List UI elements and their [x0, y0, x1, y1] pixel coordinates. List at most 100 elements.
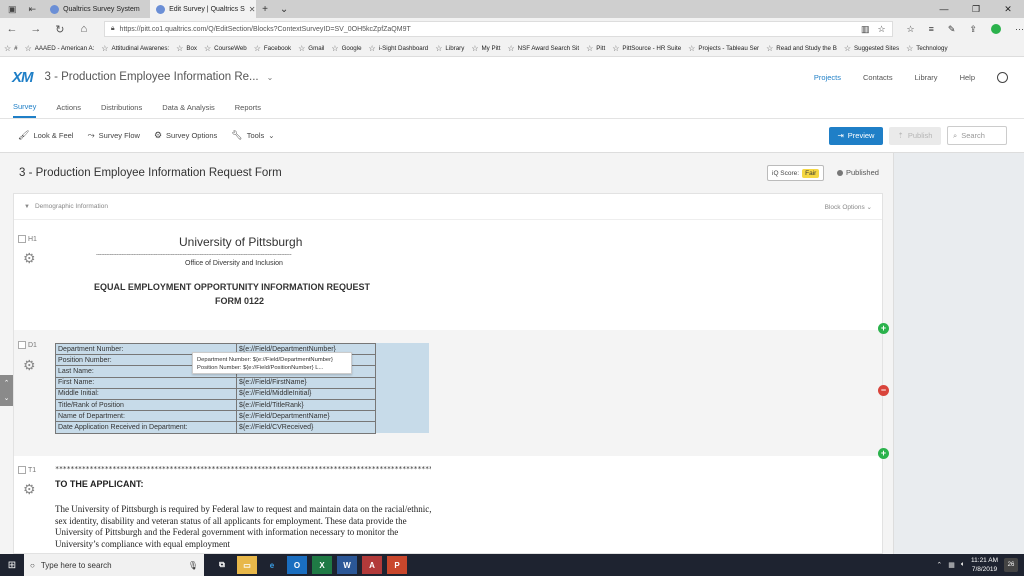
extension-icon[interactable] — [990, 24, 1001, 34]
chevron-down-icon[interactable]: ⌄ — [267, 73, 274, 82]
nav-contacts[interactable]: Contacts — [863, 73, 893, 82]
file-explorer-icon[interactable]: ▭ — [237, 556, 257, 574]
look-feel-button[interactable]: 🖌︎ Look & Feel — [18, 130, 73, 141]
question-label-h1[interactable]: H1 — [18, 235, 37, 243]
tab-reports[interactable]: Reports — [235, 97, 261, 118]
favorites-icon[interactable]: ☆ — [907, 24, 915, 35]
favorite-link[interactable]: ☆ PittSource - HR Suite — [612, 44, 681, 53]
search-input[interactable]: ⌕ Search — [947, 126, 1007, 145]
user-account-icon[interactable] — [997, 71, 1008, 83]
minimize-window-icon[interactable]: — — [928, 4, 960, 14]
favorite-link[interactable]: ☆ Gmail — [298, 44, 324, 53]
tab-data-analysis[interactable]: Data & Analysis — [162, 97, 215, 118]
remove-question-icon[interactable]: − — [878, 385, 889, 396]
nav-projects[interactable]: Projects — [814, 73, 841, 82]
question-label-t1[interactable]: T1 — [18, 466, 36, 474]
volume-icon[interactable]: 🔈︎ — [961, 561, 965, 569]
add-question-icon[interactable]: + — [878, 323, 889, 334]
move-down-icon[interactable]: ⌄ — [4, 394, 10, 402]
reading-view-icon[interactable]: ▥ — [861, 24, 870, 35]
tray-chevron-icon[interactable]: ⌃ — [936, 561, 942, 569]
notes-icon[interactable]: ✎ — [948, 24, 956, 35]
collapse-chevron-icon[interactable]: ▼ — [24, 204, 30, 210]
tab-distributions[interactable]: Distributions — [101, 97, 142, 118]
iq-score-badge[interactable]: iQ Score: Fair — [767, 165, 825, 181]
favorite-link[interactable]: ☆ Pitt — [586, 44, 605, 53]
favorite-link[interactable]: ☆ # — [4, 44, 18, 53]
nav-help[interactable]: Help — [960, 73, 975, 82]
favorite-link[interactable]: ☆ Library — [435, 44, 464, 53]
new-tab-icon[interactable]: + — [256, 0, 274, 18]
favorite-link[interactable]: ☆ CourseWeb — [204, 44, 247, 53]
question-checkbox[interactable] — [18, 341, 26, 349]
move-question-handle[interactable]: ⌃ ⌄ — [0, 375, 13, 406]
access-icon[interactable]: A — [362, 556, 382, 574]
block-name[interactable]: Demographic Information — [35, 203, 108, 210]
tab-back-icon[interactable]: ⇤ — [29, 4, 37, 15]
nav-library[interactable]: Library — [915, 73, 938, 82]
browser-tab-edit-survey[interactable]: Edit Survey | Qualtrics S ✕ — [150, 0, 257, 18]
favorite-link[interactable]: ☆ Suggested Sites — [844, 44, 899, 53]
favorite-link[interactable]: ☆ Read and Study the B — [766, 44, 837, 53]
favorite-link[interactable]: ☆ Box — [176, 44, 197, 53]
question-checkbox[interactable] — [18, 466, 26, 474]
survey-flow-button[interactable]: ⤳ Survey Flow — [87, 130, 139, 141]
favorite-link[interactable]: ☆ i-Sight Dashboard — [369, 44, 429, 53]
tab-actions-icon[interactable]: ▣ — [8, 4, 17, 15]
edge-icon[interactable]: e — [262, 556, 282, 574]
network-icon[interactable]: ▦ — [948, 561, 955, 569]
refresh-icon[interactable]: ↻ — [48, 23, 72, 36]
question-checkbox[interactable] — [18, 235, 26, 243]
favorite-link[interactable]: ☆ Google — [331, 44, 361, 53]
question-d1[interactable]: Department Number: ${e://Field/Department… — [14, 330, 882, 456]
tab-actions[interactable]: Actions — [56, 97, 81, 118]
favorite-link[interactable]: ☆ Technology — [906, 44, 947, 53]
forward-icon[interactable]: → — [24, 23, 48, 35]
favorite-link[interactable]: ☆ Attitudinal Awarenes: — [101, 44, 169, 53]
url-input[interactable]: 🔒︎ https://pitt.co1.qualtrics.com/Q/Edit… — [103, 21, 893, 37]
favorite-link[interactable]: ☆ AAAED - American A: — [25, 44, 95, 53]
block-options-button[interactable]: Block Options ⌄ — [825, 203, 872, 211]
block-header[interactable]: ▼ Demographic Information Block Options … — [14, 194, 882, 220]
survey-options-button[interactable]: ⚙ Survey Options — [154, 130, 217, 141]
favorite-link[interactable]: ☆ Projects - Tableau Ser — [688, 44, 759, 53]
xm-logo[interactable]: XM — [12, 69, 33, 86]
browser-tab-qualtrics-survey-system[interactable]: Qualtrics Survey System — [44, 0, 151, 18]
preview-button[interactable]: ⇥ Preview — [829, 126, 883, 145]
favorite-star-icon: ☆ — [101, 43, 109, 53]
move-up-icon[interactable]: ⌃ — [4, 379, 10, 387]
gear-icon[interactable]: ⚙ — [23, 250, 36, 267]
gear-icon[interactable]: ⚙ — [23, 481, 36, 498]
tab-list-chevron-icon[interactable]: ⌄ — [274, 0, 294, 18]
powerpoint-icon[interactable]: P — [387, 556, 407, 574]
question-label-d1[interactable]: D1 — [18, 341, 37, 349]
back-icon[interactable]: ← — [0, 23, 24, 35]
favorite-link[interactable]: ☆ NSF Award Search Sit — [507, 44, 579, 53]
tools-button[interactable]: 🔧︎ Tools ⌄ — [231, 130, 274, 141]
gear-icon[interactable]: ⚙ — [23, 357, 36, 374]
home-icon[interactable]: ⌂ — [72, 23, 96, 35]
more-icon[interactable]: ··· — [1015, 24, 1024, 34]
share-icon[interactable]: ⇪ — [969, 24, 977, 35]
task-view-icon[interactable]: ⧉ — [212, 556, 232, 574]
favorite-star-icon: ☆ — [298, 43, 306, 53]
add-question-icon[interactable]: + — [878, 448, 889, 459]
favorite-star-icon[interactable]: ☆ — [877, 24, 885, 35]
close-tab-icon[interactable]: ✕ — [249, 5, 256, 14]
survey-title[interactable]: 3 - Production Employee Information Re..… — [45, 71, 259, 83]
publish-button[interactable]: ⇡ Publish — [889, 126, 941, 145]
clock[interactable]: 11:21 AM 7/8/2019 — [971, 556, 998, 574]
taskbar-search-input[interactable]: ○ Type here to search 🎙︎ — [24, 554, 204, 576]
tab-survey[interactable]: Survey — [13, 97, 37, 118]
word-icon[interactable]: W — [337, 556, 357, 574]
favorite-link[interactable]: ☆ My Pitt — [471, 44, 500, 53]
notification-center-icon[interactable]: 26 — [1004, 558, 1018, 572]
reading-list-icon[interactable]: ≡ — [929, 24, 934, 34]
restore-window-icon[interactable]: ❐ — [960, 4, 992, 15]
excel-icon[interactable]: X — [312, 556, 332, 574]
outlook-icon[interactable]: O — [287, 556, 307, 574]
microphone-icon[interactable]: 🎙︎ — [188, 561, 198, 570]
windows-start-icon[interactable]: ⊞ — [0, 560, 24, 571]
close-window-icon[interactable]: ✕ — [992, 4, 1024, 15]
favorite-link[interactable]: ☆ Facebook — [254, 44, 291, 53]
